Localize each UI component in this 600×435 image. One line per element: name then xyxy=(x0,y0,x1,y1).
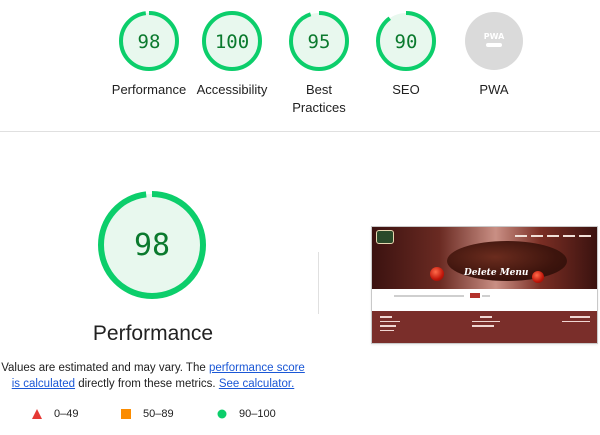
performance-gauge-large: 98 xyxy=(97,190,207,305)
desc-prefix: Values are estimated and may vary. The xyxy=(1,362,209,374)
gauge-accessibility-label: Accessibility xyxy=(196,82,268,97)
square-icon xyxy=(121,409,131,419)
gauge-best-practices-ring: 95 xyxy=(289,11,349,71)
gauge-accessibility-score: 100 xyxy=(215,31,249,53)
gauge-pwa[interactable]: PWA PWA xyxy=(449,10,539,99)
gauge-best-practices[interactable]: 95 Best Practices xyxy=(274,10,364,117)
desc-middle: directly from these metrics. xyxy=(75,378,219,390)
screenshot-body-text-2 xyxy=(482,295,490,297)
gauge-best-practices-label: Best Practices xyxy=(292,82,346,115)
gauge-seo-label: SEO xyxy=(392,82,420,97)
screenshot-logo xyxy=(376,230,394,244)
performance-gauge-ring: 98 xyxy=(98,191,206,299)
gauge-seo-ring: 90 xyxy=(376,11,436,71)
performance-score-large: 98 xyxy=(134,228,170,263)
gauge-performance-score: 98 xyxy=(138,31,161,53)
gauge-accessibility-ring: 100 xyxy=(202,11,262,71)
gauge-seo[interactable]: 90 SEO xyxy=(361,10,451,99)
pwa-dash xyxy=(486,43,502,47)
screenshot-hero-title: Delete Menu xyxy=(464,268,529,278)
category-gauges: 98 Performance 100 Accessibility 95 Best… xyxy=(0,0,600,132)
gauge-performance-ring: 98 xyxy=(119,11,179,71)
legend-average-range: 50–89 xyxy=(143,408,174,420)
pwa-badge-text: PWA xyxy=(484,32,505,41)
screenshot-tomato-image xyxy=(430,267,444,281)
screenshot-nav-links xyxy=(515,235,591,237)
gauge-performance-label: Performance xyxy=(111,82,187,97)
section-divider xyxy=(0,131,600,132)
legend-pass-range: 90–100 xyxy=(239,408,276,420)
legend-fail-range: 0–49 xyxy=(54,408,79,420)
triangle-icon xyxy=(32,409,42,419)
legend-pass: 90–100 xyxy=(217,408,276,420)
page-screenshot-thumbnail[interactable]: Delete Menu xyxy=(371,226,598,344)
legend-average: 50–89 xyxy=(121,408,174,420)
screenshot-body-text xyxy=(394,295,464,297)
gauge-best-practices-score: 95 xyxy=(308,31,331,53)
gauge-accessibility[interactable]: 100 Accessibility xyxy=(187,10,277,99)
legend-fail: 0–49 xyxy=(32,408,78,420)
circle-icon xyxy=(217,409,227,419)
gauge-seo-score: 90 xyxy=(395,31,418,53)
screenshot-footer xyxy=(372,311,597,343)
performance-description: Values are estimated and may vary. The p… xyxy=(0,360,306,392)
performance-title: Performance xyxy=(92,322,214,345)
gauge-performance[interactable]: 98 Performance xyxy=(104,10,194,99)
screenshot-tomato-image-2 xyxy=(532,271,544,283)
gauge-pwa-label: PWA xyxy=(479,82,509,97)
vertical-divider xyxy=(318,252,319,314)
see-calculator-link[interactable]: See calculator. xyxy=(219,378,294,390)
screenshot-body-button xyxy=(470,293,480,298)
pwa-icon: PWA xyxy=(465,12,523,70)
